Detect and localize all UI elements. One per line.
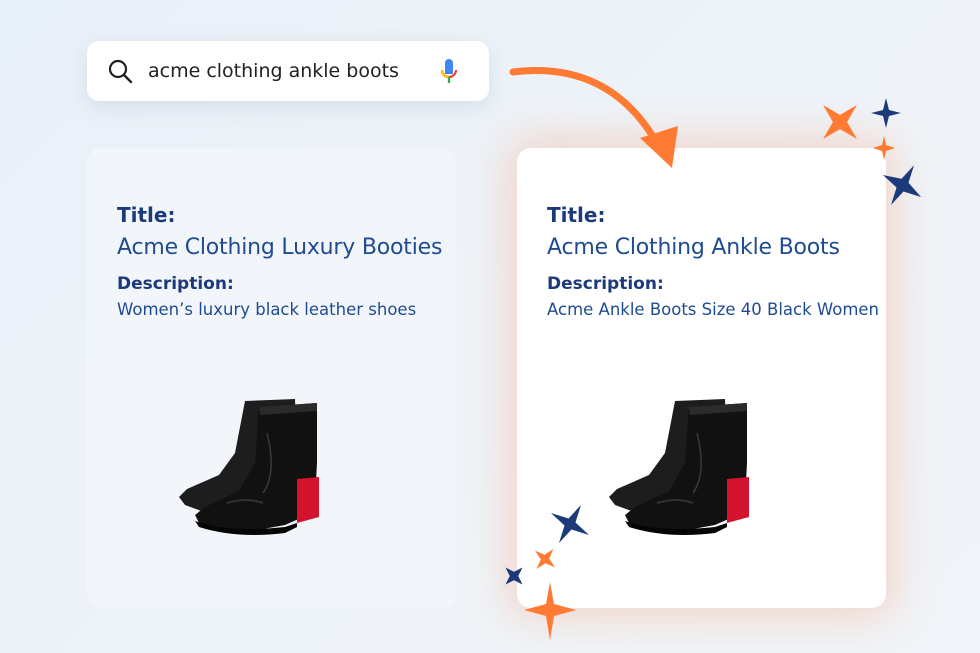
description-label: Description:	[117, 274, 234, 294]
microphone-icon[interactable]	[439, 58, 459, 86]
description-label: Description:	[547, 274, 664, 294]
title-label: Title:	[117, 203, 176, 227]
curved-arrow-icon	[509, 67, 662, 149]
ankle-boot-image	[179, 399, 319, 535]
product-description: Women’s luxury black leather shoes	[117, 300, 417, 319]
sparkle-icon	[871, 98, 901, 128]
ankle-boot-image	[609, 399, 749, 535]
product-title: Acme Clothing Luxury Booties	[117, 235, 443, 260]
search-bar[interactable]: acme clothing ankle boots	[87, 41, 489, 101]
search-input[interactable]: acme clothing ankle boots	[148, 41, 399, 101]
product-description: Acme Ankle Boots Size 40 Black Women	[547, 300, 880, 319]
search-icon	[108, 59, 133, 84]
product-card-original: Title: Acme Clothing Luxury Booties Desc…	[87, 148, 456, 608]
product-title: Acme Clothing Ankle Boots	[547, 235, 840, 260]
product-card-optimized: Title: Acme Clothing Ankle Boots Descrip…	[517, 148, 886, 608]
sparkle-icon	[823, 105, 857, 139]
title-label: Title:	[547, 203, 606, 227]
